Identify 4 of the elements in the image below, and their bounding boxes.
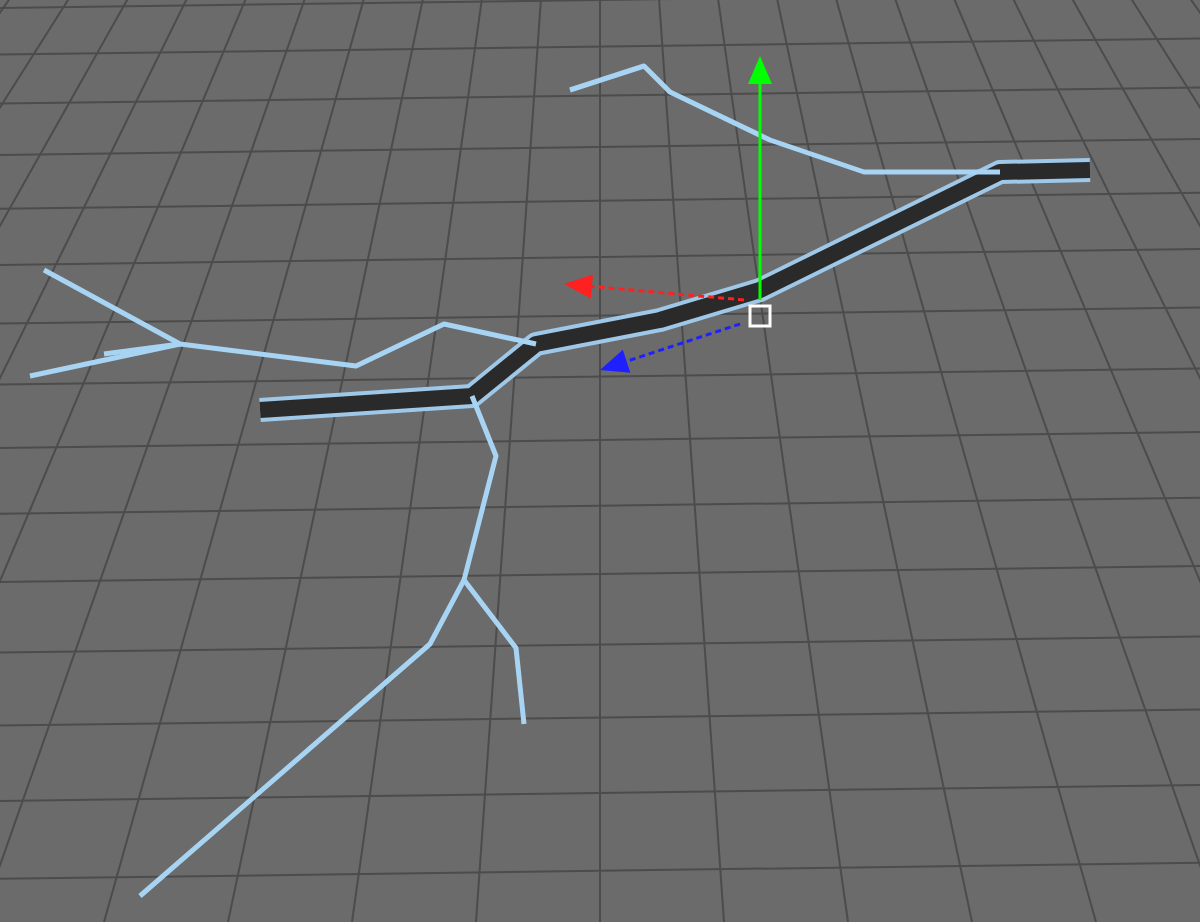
axis-arrow[interactable] [564,274,745,302]
axis-arrow[interactable] [748,56,772,300]
axis-arrow[interactable] [600,322,741,373]
pivot-handle[interactable] [748,304,772,328]
